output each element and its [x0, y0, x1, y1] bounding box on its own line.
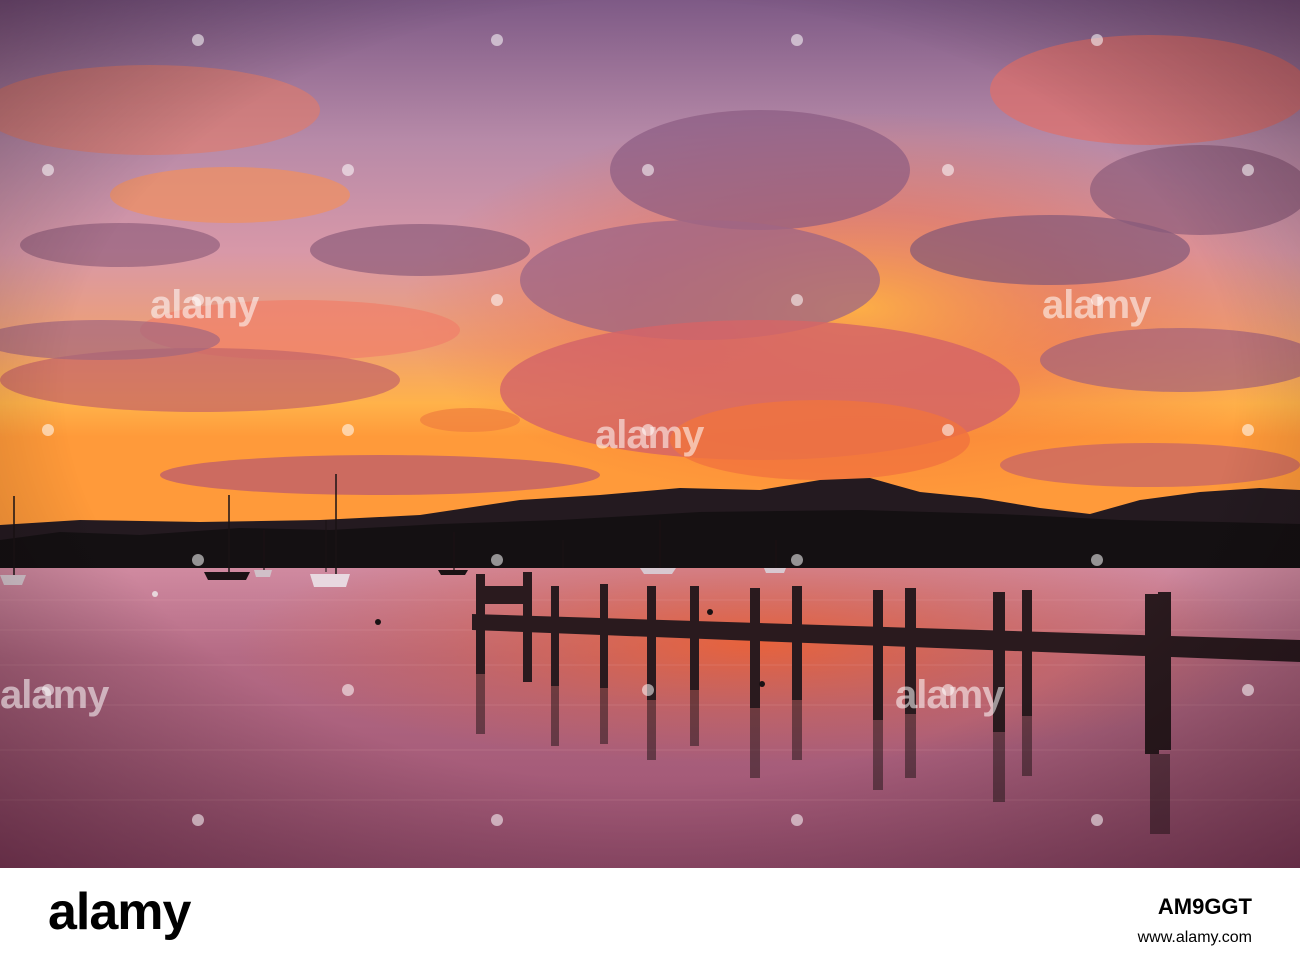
site-link[interactable]: www.alamy.com	[1138, 928, 1252, 948]
stock-photo-frame: alamy alamy alamy alamy alamy alamy AM9G…	[0, 0, 1300, 959]
image-id: AM9GGT	[1157, 894, 1252, 919]
alamy-logo[interactable]: alamy	[48, 882, 191, 942]
watermark-text-3: alamy	[1042, 283, 1152, 327]
sunset-photo: alamy alamy alamy alamy alamy	[0, 0, 1300, 868]
watermark-text-4: alamy	[0, 673, 110, 717]
watermark-text-1: alamy	[150, 283, 260, 327]
stock-footer: alamy AM9GGT www.alamy.com	[0, 868, 1300, 959]
watermark-text-5: alamy	[895, 673, 1005, 717]
watermark-text-2: alamy	[595, 413, 705, 457]
